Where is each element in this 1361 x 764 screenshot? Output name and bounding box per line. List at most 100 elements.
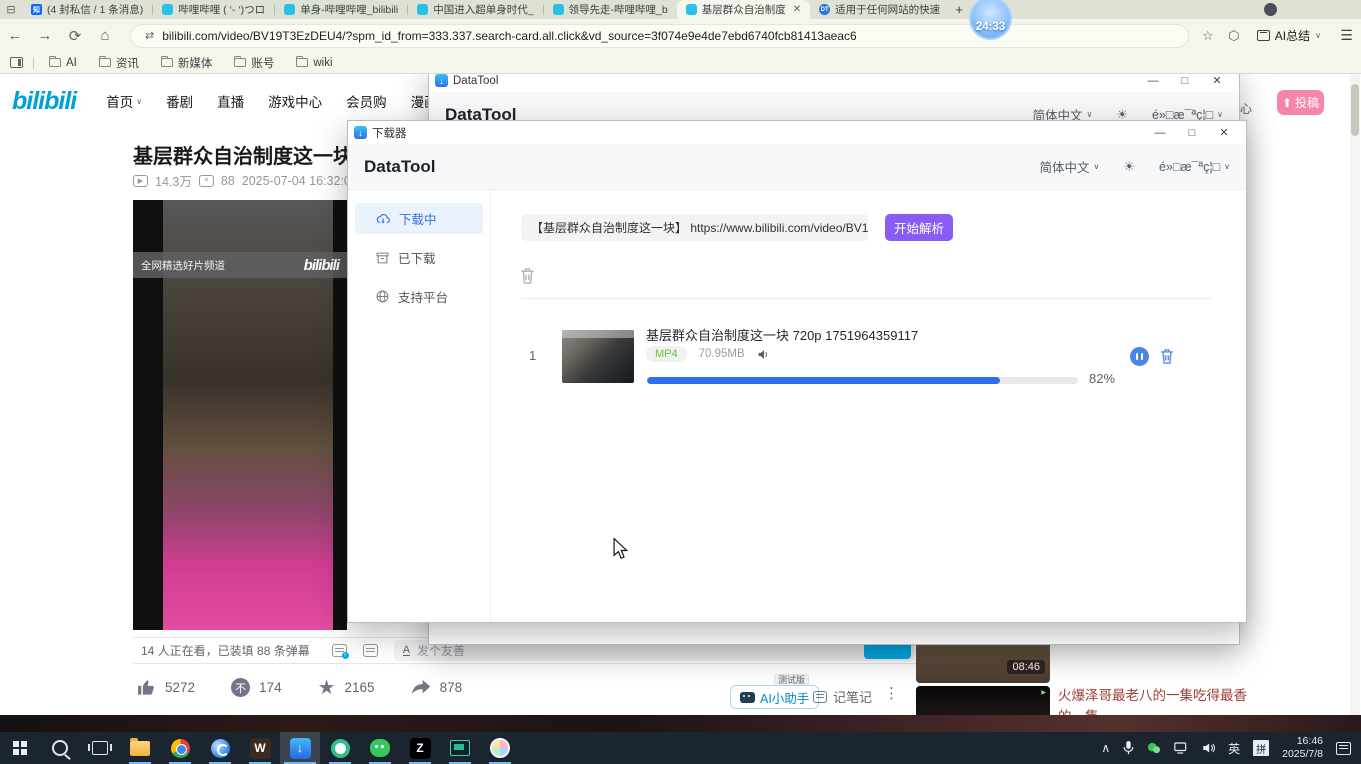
downloader-window[interactable]: ↓ 下载器 — □ ✕ DataTool 简体中文 ∨ ☀ é»□æ¯ªç¦□ …	[347, 120, 1247, 623]
wechat-tray-icon[interactable]	[1147, 742, 1161, 754]
ai-summary-icon	[1257, 30, 1270, 41]
microphone-icon[interactable]	[1123, 741, 1134, 755]
account-menu[interactable]: é»□æ¯ªç¦□ ∨	[1159, 160, 1230, 174]
danmaku-toggle-icon[interactable]: ✓	[332, 644, 347, 657]
bookmark-folder-media[interactable]: 新媒体	[161, 55, 213, 71]
close-tab-icon[interactable]: ✕	[793, 4, 801, 15]
watching-count: 14 人正在看，已装填 88 条弹幕	[141, 642, 310, 659]
close-button[interactable]: ✕	[1208, 126, 1240, 139]
check-icon: ✓	[342, 652, 349, 659]
parse-button[interactable]: 开始解析	[885, 214, 953, 241]
capcut-button[interactable]: Z	[400, 732, 440, 764]
nav-live[interactable]: 直播	[217, 91, 244, 111]
hidden-icons-chevron[interactable]: ∧	[1101, 741, 1110, 755]
window-title-bar[interactable]: ↓ 下载器 — □ ✕	[348, 121, 1246, 144]
browser-button[interactable]	[200, 732, 240, 764]
bookmark-folder-news[interactable]: 资讯	[99, 55, 139, 71]
tab-zhihu[interactable]: 知 (4 封私信 / 1 条消息)	[22, 0, 152, 19]
minimize-button[interactable]: —	[1137, 75, 1169, 87]
nav-home[interactable]: 首页∨	[106, 91, 142, 111]
task-view-button[interactable]	[80, 732, 120, 764]
address-bar[interactable]: ⇄ bilibili.com/video/BV19T3EzDEU4/?spm_i…	[130, 24, 1189, 48]
back-icon[interactable]: ←	[0, 27, 30, 44]
ai-assistant-button[interactable]: AI小助手	[730, 685, 819, 709]
speaker-icon[interactable]	[1202, 742, 1215, 754]
nav-game-center[interactable]: 游戏中心	[268, 91, 322, 111]
take-note-button[interactable]: 记笔记	[813, 687, 872, 706]
datatool-taskbar-button[interactable]: ↓	[280, 732, 320, 764]
ime-indicator[interactable]: 拼	[1253, 740, 1269, 756]
like-button[interactable]: 5272	[136, 678, 195, 697]
view-count: 14.3万	[155, 171, 192, 190]
file-explorer-button[interactable]	[120, 732, 160, 764]
taskbar-search[interactable]	[40, 732, 80, 764]
time-label: 16:46	[1282, 735, 1323, 748]
favorite-button[interactable]: ★ 2165	[318, 679, 375, 697]
tab-datatool-ext[interactable]: DT 适用于任何网站的快速	[810, 0, 949, 19]
screenshare-button[interactable]	[440, 732, 480, 764]
sidebar-item-downloading[interactable]: 下载中	[355, 203, 483, 234]
tab-lingdao[interactable]: 领导先走-哔哩哔哩_b	[544, 0, 677, 19]
theme-toggle-icon[interactable]: ☀	[1123, 159, 1135, 175]
pause-button[interactable]	[1130, 347, 1149, 366]
coin-button[interactable]: 不 174	[231, 678, 282, 697]
share-button[interactable]: 878	[411, 679, 463, 696]
site-permissions-icon[interactable]: ⇄	[145, 29, 154, 42]
new-tab-button[interactable]: +	[949, 2, 969, 17]
action-center-icon[interactable]	[1336, 742, 1351, 755]
mouse-cursor	[612, 538, 630, 560]
font-style-icon[interactable]: A	[403, 645, 410, 656]
bookmark-folder-ai[interactable]: AI	[49, 57, 77, 69]
taskbar-clock[interactable]: 16:46 2025/7/8	[1282, 735, 1323, 761]
delete-all-icon[interactable]	[519, 267, 536, 290]
tab-danshen[interactable]: 单身-哔哩哔哩_bilibili	[275, 0, 407, 19]
bookmark-folder-wiki[interactable]: wiki	[296, 57, 332, 69]
network-display-icon[interactable]	[1174, 742, 1189, 754]
video-player[interactable]: 全网精选好片频道 bilibili	[133, 200, 347, 630]
maximize-button[interactable]: □	[1169, 75, 1201, 87]
bookmark-folder-account[interactable]: 账号	[234, 55, 274, 71]
tab-active-video[interactable]: 基层群众自治制度 ✕	[677, 0, 810, 19]
tab-zhongguo[interactable]: 中国进入超单身时代_	[408, 0, 542, 19]
nav-bangumi[interactable]: 番剧	[166, 91, 193, 111]
forward-icon[interactable]: →	[30, 27, 60, 44]
home-icon[interactable]: ⌂	[90, 27, 120, 44]
danmaku-count-icon: ≡	[199, 175, 214, 187]
url-input[interactable]: 【基层群众自治制度这一块】 https://www.bilibili.com/v…	[521, 214, 868, 241]
danmaku-settings-icon[interactable]	[363, 644, 378, 657]
maximize-button[interactable]: □	[1176, 127, 1208, 139]
minimize-button[interactable]: —	[1144, 127, 1176, 139]
delete-row-icon[interactable]	[1159, 348, 1175, 370]
ai-summary-button[interactable]: AI总结 ∨	[1257, 27, 1321, 44]
scrollbar-thumb[interactable]	[1351, 84, 1359, 136]
tab-bilibili-home[interactable]: 哔哩哔哩 ( ‘- ‘)つロ	[153, 0, 274, 19]
start-button[interactable]	[0, 732, 40, 764]
tab-search-icon[interactable]: ⊟	[0, 3, 22, 16]
wps-button[interactable]: W	[240, 732, 280, 764]
browser-menu-icon[interactable]: ☰	[1331, 27, 1361, 44]
chrome-button[interactable]	[160, 732, 200, 764]
url-text[interactable]: bilibili.com/video/BV19T3EzDEU4/?spm_id_…	[162, 29, 856, 43]
bilibili-logo[interactable]: bilibili	[12, 87, 76, 116]
nav-vip-shop[interactable]: 会员购	[346, 91, 387, 111]
wechat-button[interactable]	[360, 732, 400, 764]
upload-icon: ⬆	[1282, 96, 1292, 110]
bilibili-favicon	[417, 4, 428, 15]
extensions-icon[interactable]: ⬡	[1221, 28, 1247, 44]
reload-icon[interactable]: ⟳	[60, 27, 90, 45]
page-scrollbar[interactable]	[1350, 74, 1360, 715]
upload-button[interactable]: ⬆ 投稿	[1277, 90, 1324, 115]
bookmark-star-icon[interactable]: ☆	[1195, 28, 1221, 44]
more-options-icon[interactable]: ⋮	[884, 684, 899, 702]
browser-profile-icon[interactable]	[1264, 3, 1277, 16]
green-app-button[interactable]	[320, 732, 360, 764]
close-button[interactable]: ✕	[1201, 74, 1233, 87]
sidebar-item-downloaded[interactable]: 已下载	[355, 242, 483, 273]
sidebar-item-platforms[interactable]: 支持平台	[355, 281, 483, 312]
language-indicator[interactable]: 英	[1228, 740, 1240, 757]
folder-icon	[49, 58, 61, 67]
sidebar-toggle-icon[interactable]	[10, 57, 23, 68]
color-app-button[interactable]	[480, 732, 520, 764]
language-selector[interactable]: 简体中文 ∨	[1039, 157, 1099, 176]
audio-icon[interactable]	[757, 349, 770, 360]
